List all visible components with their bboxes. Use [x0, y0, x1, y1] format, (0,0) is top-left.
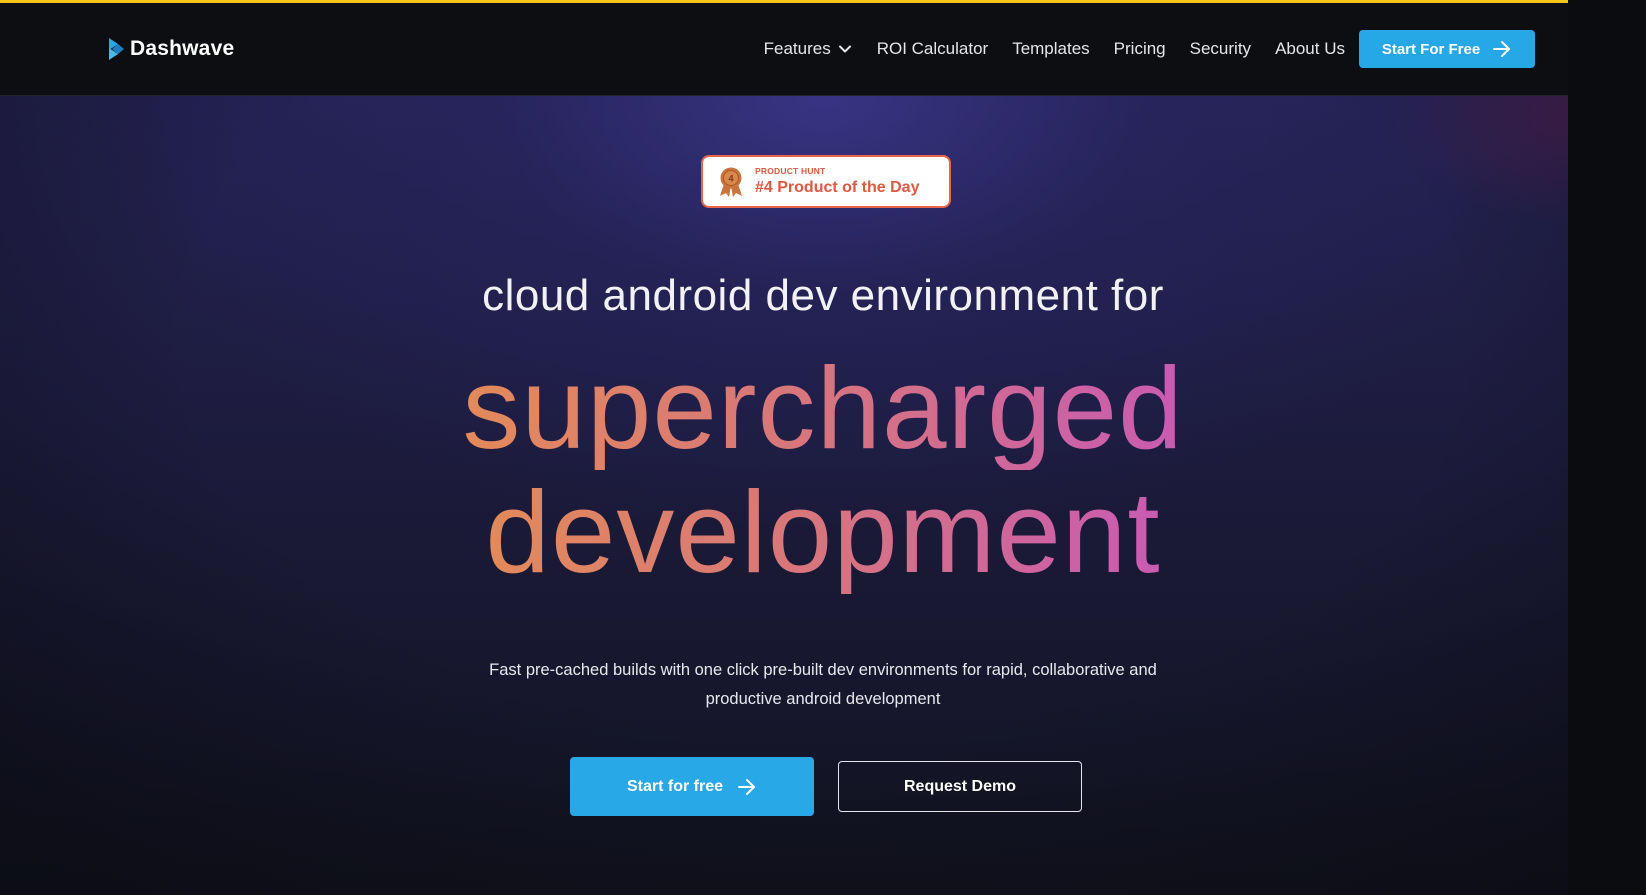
primary-cta-label: Start for free: [626, 777, 724, 795]
nav-cta-label: Start For Free: [1381, 40, 1481, 58]
nav-item-pricing[interactable]: Pricing: [1114, 39, 1166, 59]
start-for-free-button[interactable]: Start for free: [570, 757, 814, 816]
dashwave-logo-icon: [106, 36, 126, 62]
hero-description: Fast pre-cached builds with one click pr…: [0, 656, 1646, 714]
nav-item-security[interactable]: Security: [1190, 39, 1251, 59]
hero-title: supercharged development: [0, 346, 1646, 594]
nav-item-templates[interactable]: Templates: [1012, 39, 1089, 59]
arrow-right-icon: [1492, 40, 1512, 58]
medal-rank: 4: [728, 173, 733, 183]
hero-subtitle: cloud android dev environment for: [482, 271, 1164, 320]
nav-item-features[interactable]: Features: [764, 39, 853, 59]
hero-title-line-1: supercharged: [462, 343, 1184, 473]
nav-item-label: Features: [763, 39, 831, 58]
logo[interactable]: Dashwave: [106, 36, 234, 62]
nav-item-about-us[interactable]: About Us: [1275, 39, 1345, 59]
brand-name: Dashwave: [130, 37, 235, 60]
badge-title: #4 Product of the Day: [755, 178, 920, 196]
hero-section: 4 PRODUCT HUNT #4 Product of the Day clo…: [0, 96, 1646, 895]
hero-title-line-2: development: [485, 467, 1161, 597]
badge-small-label: PRODUCT HUNT: [755, 165, 826, 176]
product-hunt-badge[interactable]: 4 PRODUCT HUNT #4 Product of the Day: [701, 155, 951, 208]
arrow-right-icon: [737, 778, 757, 796]
window-gutter: [1568, 0, 1646, 895]
request-demo-button[interactable]: Request Demo: [838, 761, 1082, 812]
main-nav: Features ROI Calculator Templates Pricin…: [764, 39, 1345, 59]
chevron-down-icon: [837, 41, 853, 57]
nav-item-roi-calculator[interactable]: ROI Calculator: [877, 39, 988, 59]
medal-icon: 4: [717, 166, 745, 198]
landing-page: Dashwave Features ROI Calculator Templat…: [0, 0, 1646, 895]
hero-description-line-2: productive android development: [705, 690, 941, 708]
hero-description-line-1: Fast pre-cached builds with one click pr…: [489, 661, 1157, 679]
start-for-free-nav-button[interactable]: Start For Free: [1359, 30, 1535, 68]
navbar: Dashwave Features ROI Calculator Templat…: [0, 3, 1646, 96]
